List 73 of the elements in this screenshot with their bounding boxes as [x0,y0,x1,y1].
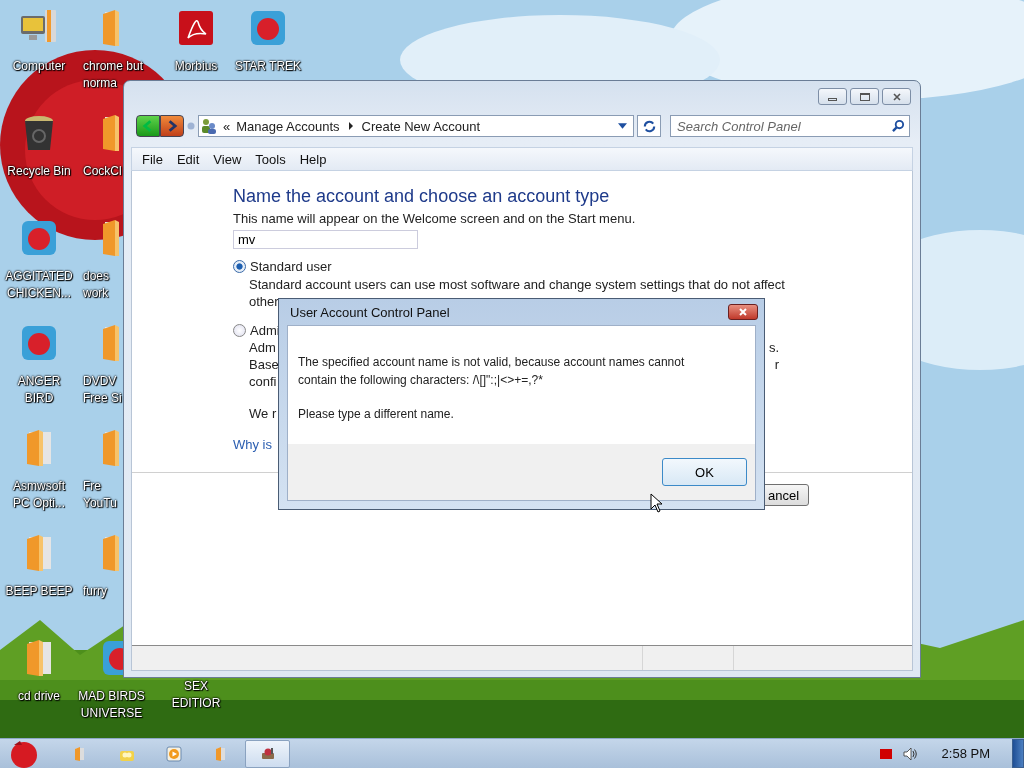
close-button[interactable] [728,304,758,320]
message-text: contain the following characters: /\[]":;|<>+=,?* [298,372,544,389]
icon-label: CockCl [83,163,122,180]
maximize-icon [859,92,870,101]
message-text: Please type a different name. [298,406,455,423]
menu-item[interactable]: File [135,149,170,169]
breadcrumb-item[interactable]: Create New Account [361,118,481,134]
menu-item[interactable]: Help [292,149,334,169]
close-icon [738,307,748,317]
radio-button[interactable] [233,324,246,337]
ok-button[interactable]: OK [662,458,747,486]
help-link[interactable]: Why is [233,437,272,452]
cursor-icon [650,493,662,513]
media-player-icon [165,745,182,762]
description-text: r [774,356,779,373]
maximize-button[interactable] [850,88,879,105]
close-icon [891,91,902,102]
radio-button[interactable] [233,260,246,273]
breadcrumb-overflow[interactable]: « [223,118,231,134]
forward-button[interactable] [160,115,184,137]
icon-label: does work [83,268,110,302]
description-text: We r [249,405,277,422]
close-button[interactable] [882,88,911,105]
app-icon[interactable] [19,323,59,363]
name-input[interactable]: mv [233,230,418,249]
show-desktop-button[interactable] [1012,739,1024,768]
app-icon[interactable] [19,218,59,258]
back-button[interactable] [136,115,160,137]
menu-item[interactable]: Tools [248,149,293,169]
app-icon[interactable] [248,8,288,48]
description-text: Adm [249,339,276,356]
description-text: other [249,293,279,310]
icon-label: AGGITATED CHICKEN... [4,268,74,302]
address-bar[interactable]: « Manage Accounts Create New Account [198,115,634,137]
search-icon[interactable] [892,119,905,132]
minimize-button[interactable] [818,88,847,105]
icon-label: Fre YouTu [83,478,117,512]
breadcrumb-item[interactable]: Manage Accounts [236,118,340,134]
icon-label: SEX EDITIOR [170,678,222,712]
icon-label: Morbius [173,58,219,75]
icon-label: BEEP BEEP [4,583,74,600]
chevron-icon [347,122,354,130]
dialog-title: User Account Control Panel [289,304,450,320]
description-text: This name will appear on the Welcome screen and on the Start menu. [233,211,637,227]
icon-label: Recycle Bin [6,163,72,180]
speaker-icon[interactable] [901,745,918,762]
dropdown-arrow-icon[interactable] [618,122,627,130]
icon-label: cd drive [17,688,61,705]
description-text: s. [768,339,779,356]
description-text: confi [249,373,277,390]
icon-label: STAR TREK [233,58,303,75]
minimize-icon [828,97,837,101]
radio-label[interactable]: Standard user [250,259,332,274]
page-heading: Name the account and choose an account type [233,185,611,207]
taskbar-button[interactable] [245,739,290,768]
description-text: Base [249,356,279,373]
icon-label: chrome but norma [83,58,144,92]
search-field[interactable]: Search Control Panel [670,115,910,137]
icon-label: DVDV Free Si [83,373,122,407]
document-icon[interactable] [176,8,216,48]
app-icon [259,745,276,762]
icon-label: ANGER BIRD [16,373,62,407]
menu-item[interactable]: Edit [169,149,207,169]
icon-label: Asmwsoft PC Opti... [12,478,66,512]
users-icon [201,118,217,134]
menu-item[interactable]: View [206,149,249,169]
refresh-button[interactable] [637,115,661,137]
icon-label: furry [83,583,107,600]
message-text: The specified account name is not valid, because account names cannot [298,354,686,371]
icon-label: MAD BIRDS UNIVERSE [77,688,146,722]
refresh-icon [641,118,657,134]
description-text: Standard account users can use most software and change system settings that do not affect [248,276,786,293]
clock[interactable]: 2:58 PM [941,746,990,761]
